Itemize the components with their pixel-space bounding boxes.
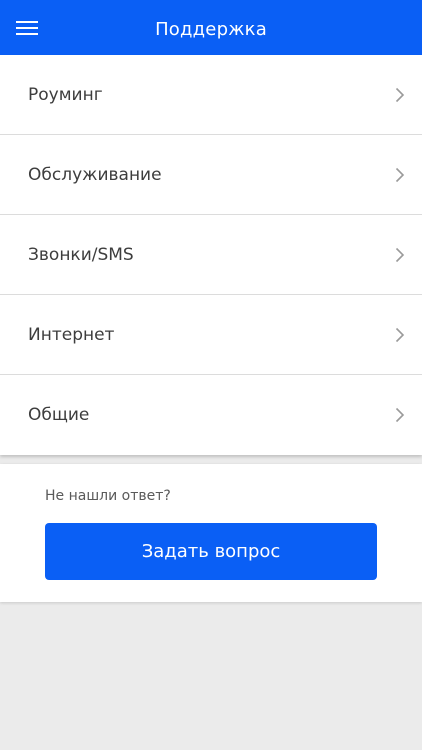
app-header: Поддержка	[0, 0, 422, 55]
chevron-right-icon	[395, 327, 405, 343]
help-card: Не нашли ответ? Задать вопрос	[0, 464, 422, 602]
category-item-service[interactable]: Обслуживание	[0, 135, 422, 215]
category-item-roaming[interactable]: Роуминг	[0, 55, 422, 135]
category-label: Звонки/SMS	[28, 245, 134, 265]
category-label: Роуминг	[28, 85, 103, 105]
help-caption: Не нашли ответ?	[45, 488, 171, 504]
chevron-right-icon	[395, 167, 405, 183]
category-label: Интернет	[28, 325, 115, 345]
category-item-internet[interactable]: Интернет	[0, 295, 422, 375]
ask-question-button[interactable]: Задать вопрос	[45, 523, 377, 580]
page-title: Поддержка	[155, 19, 267, 40]
category-item-general[interactable]: Общие	[0, 375, 422, 455]
category-label: Общие	[28, 405, 90, 425]
category-item-calls-sms[interactable]: Звонки/SMS	[0, 215, 422, 295]
chevron-right-icon	[395, 247, 405, 263]
chevron-right-icon	[395, 407, 405, 423]
category-label: Обслуживание	[28, 165, 162, 185]
chevron-right-icon	[395, 87, 405, 103]
support-category-list: Роуминг Обслуживание Звонки/SMS Интернет…	[0, 55, 422, 455]
